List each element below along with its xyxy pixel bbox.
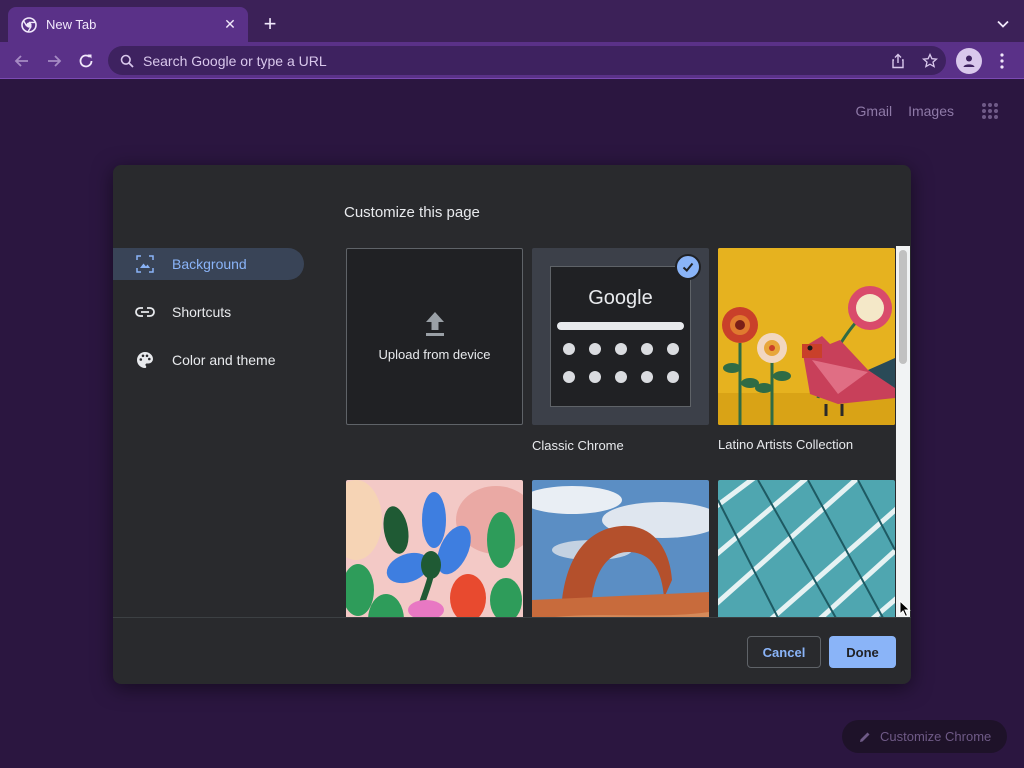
sidebar-item-color-and-theme[interactable]: Color and theme bbox=[113, 344, 304, 376]
upload-label: Upload from device bbox=[378, 347, 491, 362]
preview-shortcut-dots bbox=[563, 343, 679, 383]
selected-check-icon bbox=[675, 254, 701, 280]
share-icon[interactable] bbox=[890, 53, 906, 69]
sidebar-item-label: Color and theme bbox=[172, 352, 276, 368]
floral-art-tile[interactable] bbox=[346, 480, 523, 618]
omnibox-placeholder: Search Google or type a URL bbox=[143, 52, 327, 69]
link-icon bbox=[135, 302, 155, 322]
person-icon bbox=[963, 55, 975, 67]
chevron-down-icon[interactable] bbox=[996, 17, 1010, 31]
back-arrow-icon[interactable] bbox=[12, 51, 32, 71]
close-tab-icon[interactable]: ✕ bbox=[222, 16, 238, 33]
scrollbar-thumb[interactable] bbox=[899, 250, 907, 364]
glass-building-image bbox=[718, 480, 895, 618]
latino-artists-image bbox=[718, 248, 895, 425]
footer-divider bbox=[113, 617, 911, 618]
upload-from-device-tile[interactable]: Upload from device bbox=[346, 248, 523, 425]
sidebar-item-label: Shortcuts bbox=[172, 304, 232, 320]
apps-grid-icon[interactable] bbox=[981, 102, 999, 120]
gmail-link[interactable]: Gmail bbox=[856, 103, 893, 119]
bookmark-star-icon[interactable] bbox=[922, 52, 938, 69]
preview-search-bar bbox=[557, 322, 684, 330]
search-icon bbox=[120, 54, 134, 68]
tab-title: New Tab bbox=[46, 17, 97, 32]
image-icon bbox=[135, 254, 155, 274]
kebab-menu-icon[interactable] bbox=[994, 51, 1010, 71]
tab-strip: New Tab ✕ + bbox=[0, 0, 1024, 42]
sidebar-item-shortcuts[interactable]: Shortcuts bbox=[113, 296, 304, 328]
done-button[interactable]: Done bbox=[829, 636, 896, 668]
classic-chrome-label: Classic Chrome bbox=[532, 438, 624, 453]
rock-arch-tile[interactable] bbox=[532, 480, 709, 618]
sidebar-item-label: Background bbox=[172, 256, 247, 272]
background-grid: Upload from device Google Classic Chrome bbox=[346, 248, 896, 618]
customize-dialog: Customize this page Background Shortcuts… bbox=[113, 165, 911, 684]
reload-icon[interactable] bbox=[76, 51, 96, 71]
dialog-title: Customize this page bbox=[344, 204, 480, 221]
ntp-header-links: Gmail Images bbox=[856, 103, 954, 119]
classic-chrome-preview: Google bbox=[550, 266, 691, 407]
latino-artists-tile[interactable] bbox=[718, 248, 895, 425]
customize-chrome-button[interactable]: Customize Chrome bbox=[842, 720, 1007, 753]
sidebar-item-background[interactable]: Background bbox=[113, 248, 304, 280]
latino-artists-label: Latino Artists Collection bbox=[718, 437, 854, 452]
upload-icon bbox=[425, 312, 444, 336]
images-link[interactable]: Images bbox=[908, 103, 954, 119]
scrollbar[interactable] bbox=[896, 246, 910, 618]
forward-arrow-icon[interactable] bbox=[44, 51, 64, 71]
rock-arch-image bbox=[532, 480, 709, 618]
omnibox[interactable]: Search Google or type a URL bbox=[108, 46, 946, 75]
floral-art-image bbox=[346, 480, 523, 618]
tab-new-tab[interactable]: New Tab ✕ bbox=[8, 7, 248, 42]
chrome-icon bbox=[21, 16, 37, 33]
cancel-button[interactable]: Cancel bbox=[747, 636, 821, 668]
google-logo: Google bbox=[588, 287, 653, 309]
profile-avatar[interactable] bbox=[956, 48, 982, 74]
glass-building-tile[interactable] bbox=[718, 480, 895, 618]
classic-chrome-tile[interactable]: Google bbox=[532, 248, 709, 425]
pencil-icon bbox=[860, 732, 870, 742]
new-tab-button[interactable]: + bbox=[259, 13, 281, 36]
toolbar: Search Google or type a URL bbox=[0, 42, 1024, 79]
customize-chrome-label: Customize Chrome bbox=[880, 729, 992, 744]
mouse-cursor-icon bbox=[899, 600, 911, 618]
palette-icon bbox=[135, 350, 155, 370]
